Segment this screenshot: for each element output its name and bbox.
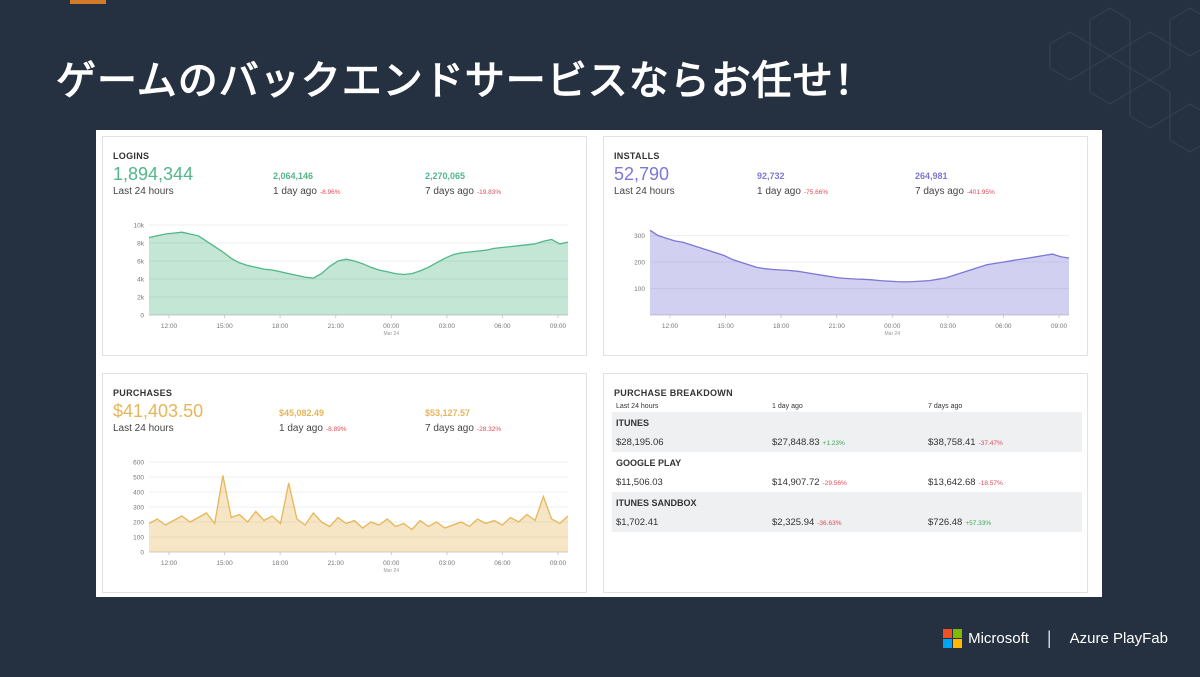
y-tick-label: 0 [140, 550, 144, 557]
x-tick-label: 12:00 [662, 323, 679, 330]
x-tick-label: 21:00 [829, 323, 846, 330]
installs-panel: INSTALLS 52,790 Last 24 hours 92,732 1 d… [603, 136, 1088, 356]
breakdown-cell-last: $1,702.41 [616, 517, 659, 528]
breakdown-week-value: $726.48 [928, 517, 963, 528]
x-sub-label: Mar 24 [384, 331, 400, 337]
x-tick-label: 06:00 [494, 323, 511, 330]
breakdown-cell-day: $27,848.83 +1.23% [772, 437, 845, 448]
breakdown-week-pct: -18.57% [978, 480, 1003, 487]
x-sub-label: Mar 24 [384, 568, 400, 574]
series-area [149, 475, 568, 552]
x-tick-label: 12:00 [161, 323, 178, 330]
y-tick-label: 200 [133, 520, 144, 527]
logo-square-blue [943, 638, 953, 648]
breakdown-week-pct: -37.47% [978, 440, 1003, 447]
x-tick-label: 06:00 [995, 323, 1012, 330]
logo-square-yellow [953, 638, 963, 648]
x-tick-label: 15:00 [216, 323, 233, 330]
x-tick-label: 15:00 [216, 560, 233, 567]
x-tick-label: 15:00 [717, 323, 734, 330]
product-name: Azure PlayFab [1069, 629, 1168, 647]
breakdown-week-value: $13,642.68 [928, 477, 976, 488]
y-tick-label: 10k [134, 223, 145, 230]
logo-square-red [943, 628, 953, 638]
breakdown-cell-week: $38,758.41 -37.47% [928, 437, 1003, 448]
footer: Microsoft | Azure PlayFab [943, 626, 1168, 650]
breakdown-cell-last: $11,506.03 [616, 477, 663, 488]
x-tick-label: 18:00 [773, 323, 790, 330]
purchases-panel: PURCHASES $41,403.50 Last 24 hours $45,0… [102, 373, 587, 593]
x-tick-label: 00:00 [884, 323, 901, 330]
x-tick-label: 09:00 [550, 560, 567, 567]
y-tick-label: 4k [137, 277, 145, 284]
y-tick-label: 8k [137, 241, 145, 248]
breakdown-row-name: ITUNES [616, 418, 650, 428]
breakdown-cell-day: $2,325.94 -36.63% [772, 517, 841, 528]
logins-panel: LOGINS 1,894,344 Last 24 hours 2,064,146… [102, 136, 587, 356]
x-sub-label: Mar 24 [885, 331, 901, 337]
x-tick-label: 00:00 [383, 323, 400, 330]
breakdown-title: PURCHASE BREAKDOWN [614, 388, 733, 398]
purchases-chart: 0 100 200 300 400 500 600 12:00 15:00 18:00 21:00 0… [133, 460, 569, 574]
installs-chart: 100 200 300 12:00 15:00 18:00 21:00 00:00Mar 24… [634, 229, 1070, 337]
y-tick-label: 400 [133, 490, 144, 497]
y-tick-label: 300 [133, 505, 144, 512]
breakdown-header-last: Last 24 hours [616, 403, 659, 410]
x-tick-label: 18:00 [272, 323, 289, 330]
x-tick-label: 03:00 [940, 323, 957, 330]
x-tick-label: 03:00 [439, 560, 456, 567]
y-tick-label: 2k [137, 295, 145, 302]
logo-square-green [953, 628, 963, 638]
breakdown-day-value: $14,907.72 [772, 477, 820, 488]
breakdown-row-google-play: GOOGLE PLAY $11,506.03 $14,907.72 -29.56%… [612, 452, 1082, 492]
breakdown-day-pct: -36.63% [817, 520, 842, 527]
breakdown-row-name: ITUNES SANDBOX [616, 498, 697, 508]
footer-separator: | [1046, 627, 1052, 648]
slide-title: ゲームのバックエンドサービスならお任せ！ [56, 58, 875, 104]
breakdown-row-name: GOOGLE PLAY [616, 458, 682, 468]
breakdown-cell-week: $726.48 +57.33% [928, 517, 991, 528]
breakdown-week-pct: +57.33% [965, 520, 992, 527]
x-tick-label: 18:00 [272, 560, 289, 567]
logins-chart: 0 2k 4k 6k 8k 10k 12:00 15:00 18:00 21:00 00:00Mar… [134, 223, 569, 337]
breakdown-cell-last: $28,195.06 [616, 437, 664, 448]
x-tick-label: 21:00 [328, 323, 345, 330]
breakdown-day-value: $27,848.83 [772, 437, 820, 448]
breakdown-row-itunes: ITUNES $28,195.06 $27,848.83 +1.23% $38,7… [612, 412, 1082, 452]
y-tick-label: 100 [634, 286, 645, 293]
breakdown-day-pct: +1.23% [822, 440, 845, 447]
x-tick-label: 12:00 [161, 560, 178, 567]
y-tick-label: 0 [140, 313, 144, 320]
y-tick-label: 300 [634, 233, 645, 240]
y-tick-label: 500 [133, 475, 144, 482]
x-tick-label: 09:00 [1051, 323, 1068, 330]
y-tick-label: 600 [133, 460, 144, 467]
breakdown-row-itunes-sandbox: ITUNES SANDBOX $1,702.41 $2,325.94 -36.63… [612, 492, 1082, 532]
dashboard: LOGINS 1,894,344 Last 24 hours 2,064,146… [96, 130, 1102, 597]
company-name: Microsoft [968, 629, 1029, 647]
y-tick-label: 6k [137, 259, 145, 266]
accent-bar [70, 0, 106, 4]
microsoft-logo-icon [943, 628, 963, 648]
breakdown-header-week: 7 days ago [928, 403, 963, 410]
x-tick-label: 06:00 [494, 560, 511, 567]
breakdown-week-value: $38,758.41 [928, 437, 976, 448]
x-tick-label: 00:00 [383, 560, 400, 567]
breakdown-day-value: $2,325.94 [772, 517, 815, 528]
y-tick-label: 200 [634, 260, 645, 267]
series-area [650, 230, 1069, 315]
x-tick-label: 21:00 [328, 560, 345, 567]
x-tick-label: 09:00 [550, 323, 567, 330]
breakdown-panel: PURCHASE BREAKDOWN Last 24 hours 1 day a… [603, 373, 1088, 593]
x-tick-label: 03:00 [439, 323, 456, 330]
y-tick-label: 100 [133, 535, 144, 542]
breakdown-cell-day: $14,907.72 -29.56% [772, 477, 847, 488]
breakdown-cell-week: $13,642.68 -18.57% [928, 477, 1003, 488]
breakdown-header-day: 1 day ago [772, 403, 803, 410]
breakdown-day-pct: -29.56% [822, 480, 847, 487]
